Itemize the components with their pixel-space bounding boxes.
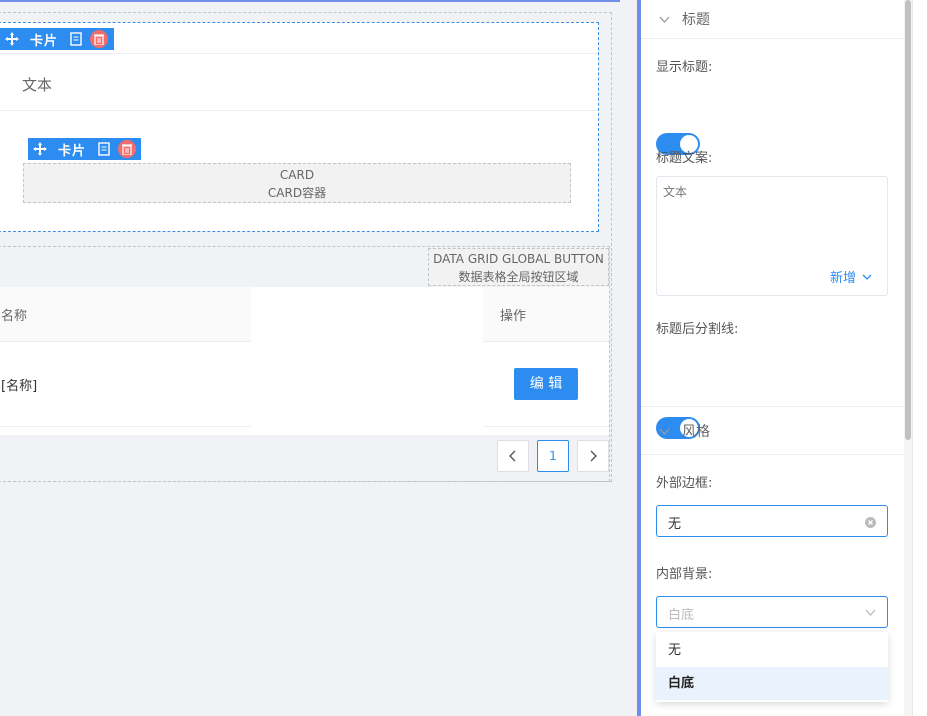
add-new-label: 新增 xyxy=(830,271,857,286)
next-page-button[interactable] xyxy=(577,440,609,472)
panel-scroll-thumb[interactable] xyxy=(905,0,911,440)
title-section-label: 标题 xyxy=(682,12,710,28)
add-new-link[interactable]: 新增 xyxy=(830,267,872,286)
dropdown-option-white[interactable]: 白底 xyxy=(656,667,888,700)
delete-icon[interactable] xyxy=(118,140,137,158)
inner-card-placeholder[interactable]: CARD CARD容器 xyxy=(23,163,571,203)
table-row: [名称] xyxy=(0,342,251,427)
outer-border-select[interactable]: 无 xyxy=(656,505,888,537)
show-title-label: 显示标题: xyxy=(656,60,713,75)
title-section-header[interactable]: 标题 xyxy=(641,0,904,39)
style-section-label: 风格 xyxy=(682,423,710,440)
prev-page-button[interactable] xyxy=(497,440,529,472)
inner-background-select[interactable]: 白底 xyxy=(656,596,888,628)
dropdown-option-none[interactable]: 无 xyxy=(656,634,888,667)
grid-global-button-area[interactable]: DATA GRID GLOBAL BUTTON 数据表格全局按钮区域 xyxy=(428,248,609,286)
outer-border-value: 无 xyxy=(668,517,682,532)
outer-card-header: 文本 xyxy=(0,53,598,111)
chevron-down-icon xyxy=(865,609,876,616)
inner-background-dropdown: 无 白底 xyxy=(656,632,888,702)
page-1-button[interactable]: 1 xyxy=(537,440,569,472)
grid-header-name: 名称 xyxy=(0,287,251,342)
edit-button[interactable]: 编 辑 xyxy=(514,368,578,400)
chevron-down-icon xyxy=(862,274,872,280)
outer-card-toolbar: 卡片 xyxy=(0,28,114,50)
card-placeholder-en: CARD xyxy=(279,168,315,182)
card-toolbar-label: 卡片 xyxy=(58,143,87,159)
card-toolbar-label: 卡片 xyxy=(30,33,59,49)
inner-card-toolbar: 卡片 xyxy=(28,138,141,160)
grid-header-action: 操作 xyxy=(483,287,609,342)
move-icon[interactable] xyxy=(4,31,20,47)
title-text-area[interactable]: 文本 新增 xyxy=(656,176,888,296)
column-header-name: 名称 xyxy=(1,309,28,324)
style-section-header[interactable]: 风格 xyxy=(641,406,904,455)
chevron-down-icon xyxy=(659,13,670,26)
chevron-left-icon xyxy=(509,450,516,462)
chevron-right-icon xyxy=(590,450,597,462)
outer-border-label: 外部边框: xyxy=(656,476,713,491)
designer-canvas: 文本 卡片 卡片 CARD CARD容器 DATA GRID GLOBAL BU… xyxy=(0,0,622,716)
property-panel: 标题 显示标题: 标题文案: 文本 新增 标题后分割线: 风格 外部边框: 无 … xyxy=(637,0,904,716)
title-text-label: 标题文案: xyxy=(656,151,713,166)
inner-background-value: 白底 xyxy=(668,608,695,623)
delete-icon[interactable] xyxy=(90,30,109,48)
edge-column xyxy=(912,0,927,716)
card-placeholder-zh: CARD容器 xyxy=(267,186,327,200)
title-divider-label: 标题后分割线: xyxy=(656,322,739,337)
grid-global-button-zh: 数据表格全局按钮区域 xyxy=(458,270,579,284)
copy-icon[interactable] xyxy=(68,31,84,47)
chevron-down-icon xyxy=(659,423,670,439)
row-name-cell: [名称] xyxy=(1,379,38,394)
clear-icon[interactable] xyxy=(865,517,876,528)
move-icon[interactable] xyxy=(32,141,48,157)
column-header-action: 操作 xyxy=(500,309,527,324)
canvas-top-border xyxy=(0,0,620,2)
inner-background-label: 内部背景: xyxy=(656,567,713,582)
outer-card-title: 文本 xyxy=(22,76,53,94)
copy-icon[interactable] xyxy=(96,141,112,157)
grid-global-button-en: DATA GRID GLOBAL BUTTON xyxy=(433,252,604,266)
title-text-value: 文本 xyxy=(663,185,688,199)
